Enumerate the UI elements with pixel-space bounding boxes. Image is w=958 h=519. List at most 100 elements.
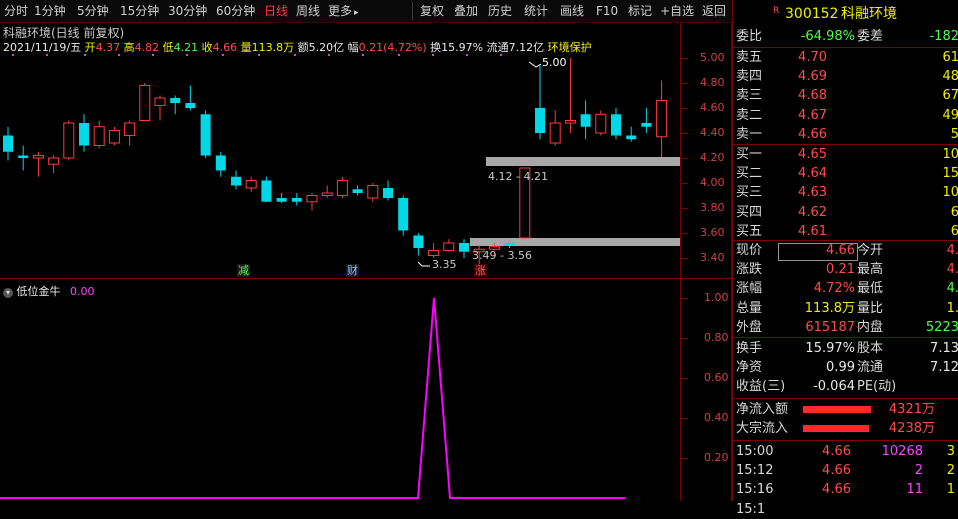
ask-label: 卖五 (736, 50, 763, 65)
ask-volume: 67 (942, 88, 958, 104)
candle-down[interactable] (276, 198, 287, 202)
candle-down[interactable] (261, 180, 272, 202)
tick-time: 15:00 (736, 444, 774, 459)
bid-price: 4.63 (798, 185, 827, 201)
candle-down[interactable] (398, 198, 409, 231)
quote-value-2: 4. (946, 262, 958, 278)
peak-leader-line (528, 61, 542, 68)
signal-dot (152, 54, 154, 56)
signal-dot (222, 54, 224, 56)
candle-up[interactable] (139, 85, 151, 121)
tool-back-button[interactable]: 返回 (702, 3, 726, 19)
bid-price: 4.64 (798, 166, 827, 182)
candle-down[interactable] (611, 114, 621, 136)
candle-up[interactable] (32, 155, 44, 159)
ask-row: 卖一 4.66 5 (733, 126, 958, 144)
candle-up[interactable] (321, 192, 333, 196)
tool-history-button[interactable]: 历史 (488, 3, 512, 19)
candle-up[interactable] (124, 122, 136, 136)
candle-down[interactable] (231, 176, 241, 186)
candle-down[interactable] (3, 135, 13, 152)
indicator-tick-label: 0.20 (704, 451, 729, 464)
candle-down[interactable] (215, 155, 226, 171)
candle-up[interactable] (595, 113, 607, 134)
tool-fuquan-button[interactable]: 复权 (420, 3, 444, 19)
candle-down[interactable] (580, 114, 591, 127)
candle-down[interactable] (459, 243, 469, 252)
ask-price: 4.70 (798, 50, 827, 65)
candle-down[interactable] (170, 98, 181, 103)
signal-dot (84, 54, 86, 56)
tool-mark-button[interactable]: 标记 (628, 3, 652, 19)
ask-row: 卖五 4.70 61 (733, 49, 958, 67)
indicator-line (0, 297, 625, 499)
price-tick-label: 4.40 (700, 126, 725, 139)
finance-label-2: PE(动) (857, 379, 897, 395)
signal-dot (328, 54, 330, 56)
candle-down[interactable] (383, 188, 393, 198)
quote-row: 涨跌 0.21 最高 4. (733, 261, 958, 279)
flow-value: 4238万 (888, 421, 935, 437)
candle-up[interactable] (443, 242, 455, 251)
candle-down[interactable] (535, 108, 545, 133)
tab-5min[interactable]: 5分钟 (77, 3, 109, 19)
tab-weekly[interactable]: 周线 (296, 3, 320, 19)
candle-up[interactable] (656, 100, 668, 138)
candle-down[interactable] (18, 155, 29, 159)
candle-up[interactable] (245, 180, 257, 189)
tick-time: 15:12 (736, 463, 774, 479)
candle-up[interactable] (108, 130, 120, 144)
flow-bar (803, 425, 869, 433)
weibi-row: 委比 -64.98% 委差 -182 (733, 28, 958, 46)
tool-f10-button[interactable]: F10 (596, 3, 618, 19)
marker-finance[interactable]: 财 (346, 264, 359, 277)
bid-row: 买二 4.64 15 (733, 165, 958, 183)
candle-down[interactable] (185, 103, 196, 108)
annot-box-upper: 4.12 - 4.21 (488, 170, 548, 183)
tool-draw-button[interactable]: 画线 (560, 3, 584, 19)
candle-up[interactable] (48, 157, 60, 165)
candle-down[interactable] (291, 198, 302, 202)
candle-down[interactable] (79, 123, 89, 146)
quote-label-2: 最高 (857, 262, 884, 278)
tab-fenshi[interactable]: 分时 (4, 3, 28, 19)
price-tick-label: 3.40 (700, 251, 725, 264)
signal-dot (362, 54, 364, 56)
candle-down[interactable] (626, 135, 637, 140)
candle-up[interactable] (306, 195, 318, 203)
candle-up[interactable] (336, 180, 348, 196)
bid-volume: 10 (942, 185, 958, 201)
tool-stats-button[interactable]: 统计 (524, 3, 548, 19)
kline-chart[interactable] (0, 22, 682, 280)
candle-up[interactable] (154, 97, 166, 106)
tab-1min[interactable]: 1分钟 (34, 3, 66, 19)
candle-up[interactable] (93, 126, 105, 146)
tab-60min[interactable]: 60分钟 (216, 3, 255, 19)
marker-reduce[interactable]: 减 (237, 264, 250, 277)
tab-30min[interactable]: 30分钟 (168, 3, 207, 19)
indicator-chart[interactable] (0, 279, 682, 501)
candle-down[interactable] (200, 114, 211, 156)
quote-label: 涨幅 (736, 281, 763, 297)
candle-up[interactable] (428, 250, 440, 256)
tab-more[interactable]: 更多 ▸ (328, 3, 359, 19)
quote-label-2: 今开 (857, 243, 884, 258)
tool-add-watch-button[interactable]: +自选 (660, 3, 694, 19)
quote-value: 4.66 (826, 243, 855, 258)
low-leader-line (417, 261, 430, 267)
ask-volume: 5 (950, 126, 958, 142)
candle-down[interactable] (352, 189, 363, 193)
finance-label: 净资 (736, 360, 763, 376)
candle-down[interactable] (413, 235, 424, 249)
candle-up[interactable] (549, 122, 561, 144)
tab-daily[interactable]: 日线 (264, 3, 288, 19)
candle-down[interactable] (641, 123, 652, 127)
candle-up[interactable] (367, 185, 379, 199)
candle-up[interactable] (564, 120, 576, 124)
tab-15min[interactable]: 15分钟 (120, 3, 159, 19)
candle-down[interactable] (504, 243, 515, 246)
candle-up[interactable] (63, 122, 75, 159)
marker-rise[interactable]: 涨 (474, 264, 487, 277)
tool-diejia-button[interactable]: 叠加 (454, 3, 478, 19)
price-tick-mark (682, 158, 688, 159)
